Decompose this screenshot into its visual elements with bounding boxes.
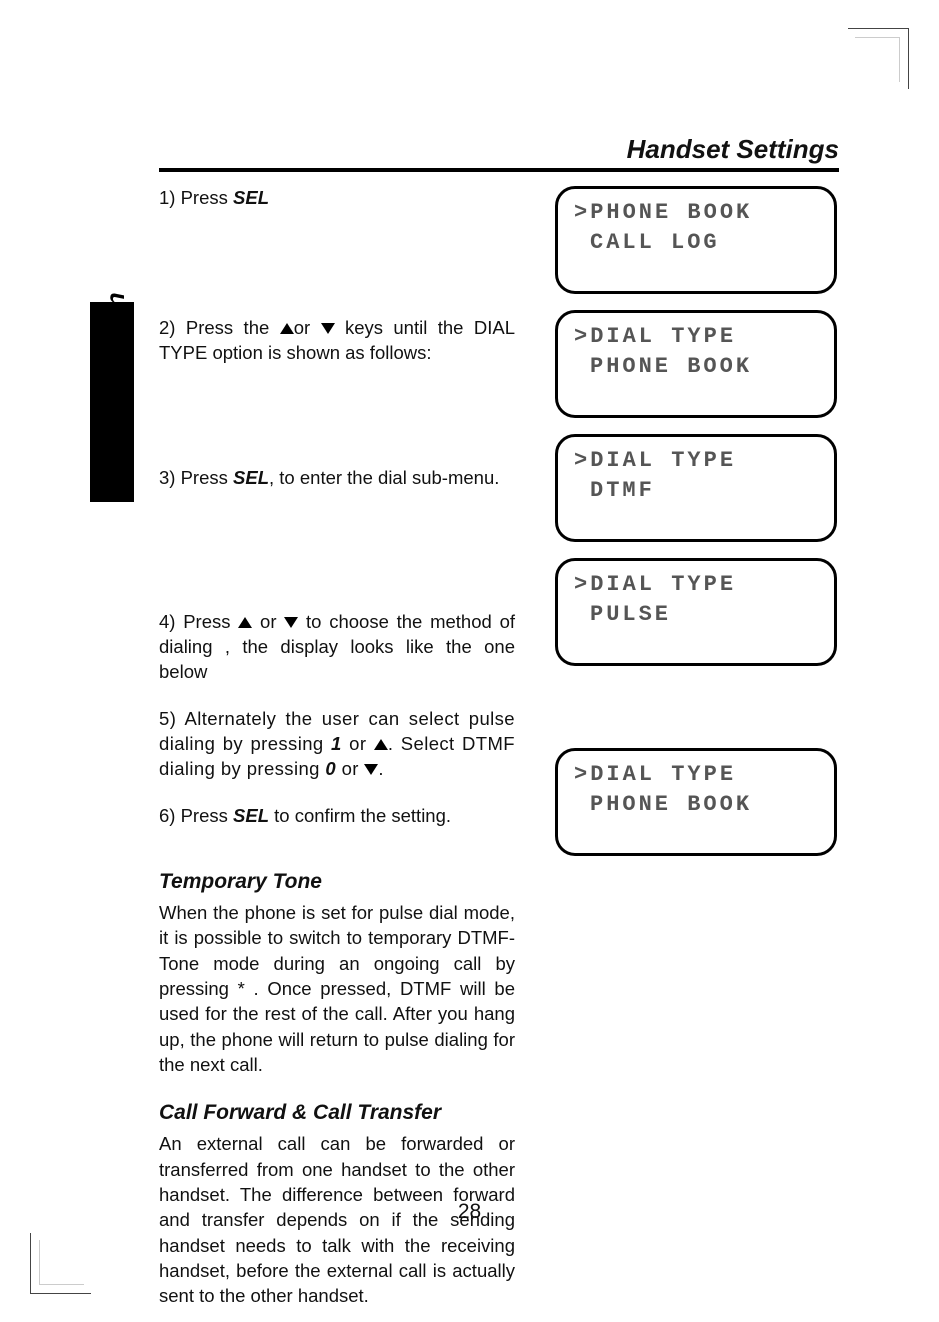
up-arrow-icon [280, 323, 294, 334]
lcd-line-1: >DIAL TYPE [574, 760, 818, 790]
page-number: 28 [0, 1200, 939, 1224]
step-6-post: to confirm the setting. [269, 805, 451, 826]
lcd-line-2: PHONE BOOK [574, 790, 818, 820]
step-5-mid1: or [342, 733, 374, 754]
right-column: >PHONE BOOK CALL LOG >DIAL TYPE PHONE BO… [555, 186, 837, 856]
up-arrow-icon [238, 617, 252, 628]
lcd-line-2: PULSE [574, 600, 818, 630]
lcd-line-1: >DIAL TYPE [574, 570, 818, 600]
step-5-mid3: or [336, 758, 364, 779]
lcd-screen-2: >DIAL TYPE PHONE BOOK [555, 310, 837, 418]
step-6: 6) Press SEL to confirm the setting. [159, 804, 515, 848]
running-header: Handset Settings [627, 134, 839, 165]
step-4-mid: or [252, 611, 284, 632]
lcd-screen-5: >DIAL TYPE PHONE BOOK [555, 748, 837, 856]
step-3-post: , to enter the dial sub-menu. [269, 467, 499, 488]
lcd-line-1: >PHONE BOOK [574, 198, 818, 228]
left-column: 1) Press SEL 2) Press the or keys until … [159, 186, 515, 1309]
temporary-tone-heading: Temporary Tone [159, 870, 515, 894]
down-arrow-icon [321, 323, 335, 334]
crop-mark-top-right [848, 28, 909, 89]
header-rule [159, 168, 839, 172]
lcd-screen-1: >PHONE BOOK CALL LOG [555, 186, 837, 294]
lcd-line-2: PHONE BOOK [574, 352, 818, 382]
temporary-tone-body: When the phone is set for pulse dial mod… [159, 900, 515, 1077]
step-1-pre: 1) Press [159, 187, 233, 208]
call-forward-heading: Call Forward & Call Transfer [159, 1101, 515, 1125]
step-6-pre: 6) Press [159, 805, 233, 826]
down-arrow-icon [284, 617, 298, 628]
step-5-end: . [378, 758, 384, 779]
down-arrow-icon [364, 764, 378, 775]
step-1: 1) Press SEL [159, 186, 515, 294]
step-6-sel: SEL [233, 805, 269, 826]
step-3-sel: SEL [233, 467, 269, 488]
step-2-mid: or [294, 317, 321, 338]
side-tab-label: Basic Operation [100, 292, 131, 492]
lcd-line-1: >DIAL TYPE [574, 446, 818, 476]
step-5-key-0: 0 [325, 758, 336, 779]
step-5-key-1: 1 [331, 733, 342, 754]
step-2: 2) Press the or keys until the DIAL TYPE… [159, 316, 515, 444]
step-4: 4) Press or to choose the method of dial… [159, 610, 515, 685]
step-4-pre: 4) Press [159, 611, 238, 632]
step-3-pre: 3) Press [159, 467, 233, 488]
lcd-screen-4: >DIAL TYPE PULSE [555, 558, 837, 666]
step-1-sel: SEL [233, 187, 269, 208]
lcd-line-2: DTMF [574, 476, 818, 506]
up-arrow-icon [374, 739, 388, 750]
crop-mark-bottom-left [30, 1233, 91, 1294]
manual-page: Handset Settings Basic Operation 1) Pres… [0, 0, 939, 1322]
step-2-pre: 2) Press the [159, 317, 280, 338]
lcd-line-2: CALL LOG [574, 228, 818, 258]
lcd-screen-3: >DIAL TYPE DTMF [555, 434, 837, 542]
step-3: 3) Press SEL, to enter the dial sub-menu… [159, 466, 515, 588]
step-5: 5) Alternately the user can select pulse… [159, 707, 515, 782]
lcd-line-1: >DIAL TYPE [574, 322, 818, 352]
